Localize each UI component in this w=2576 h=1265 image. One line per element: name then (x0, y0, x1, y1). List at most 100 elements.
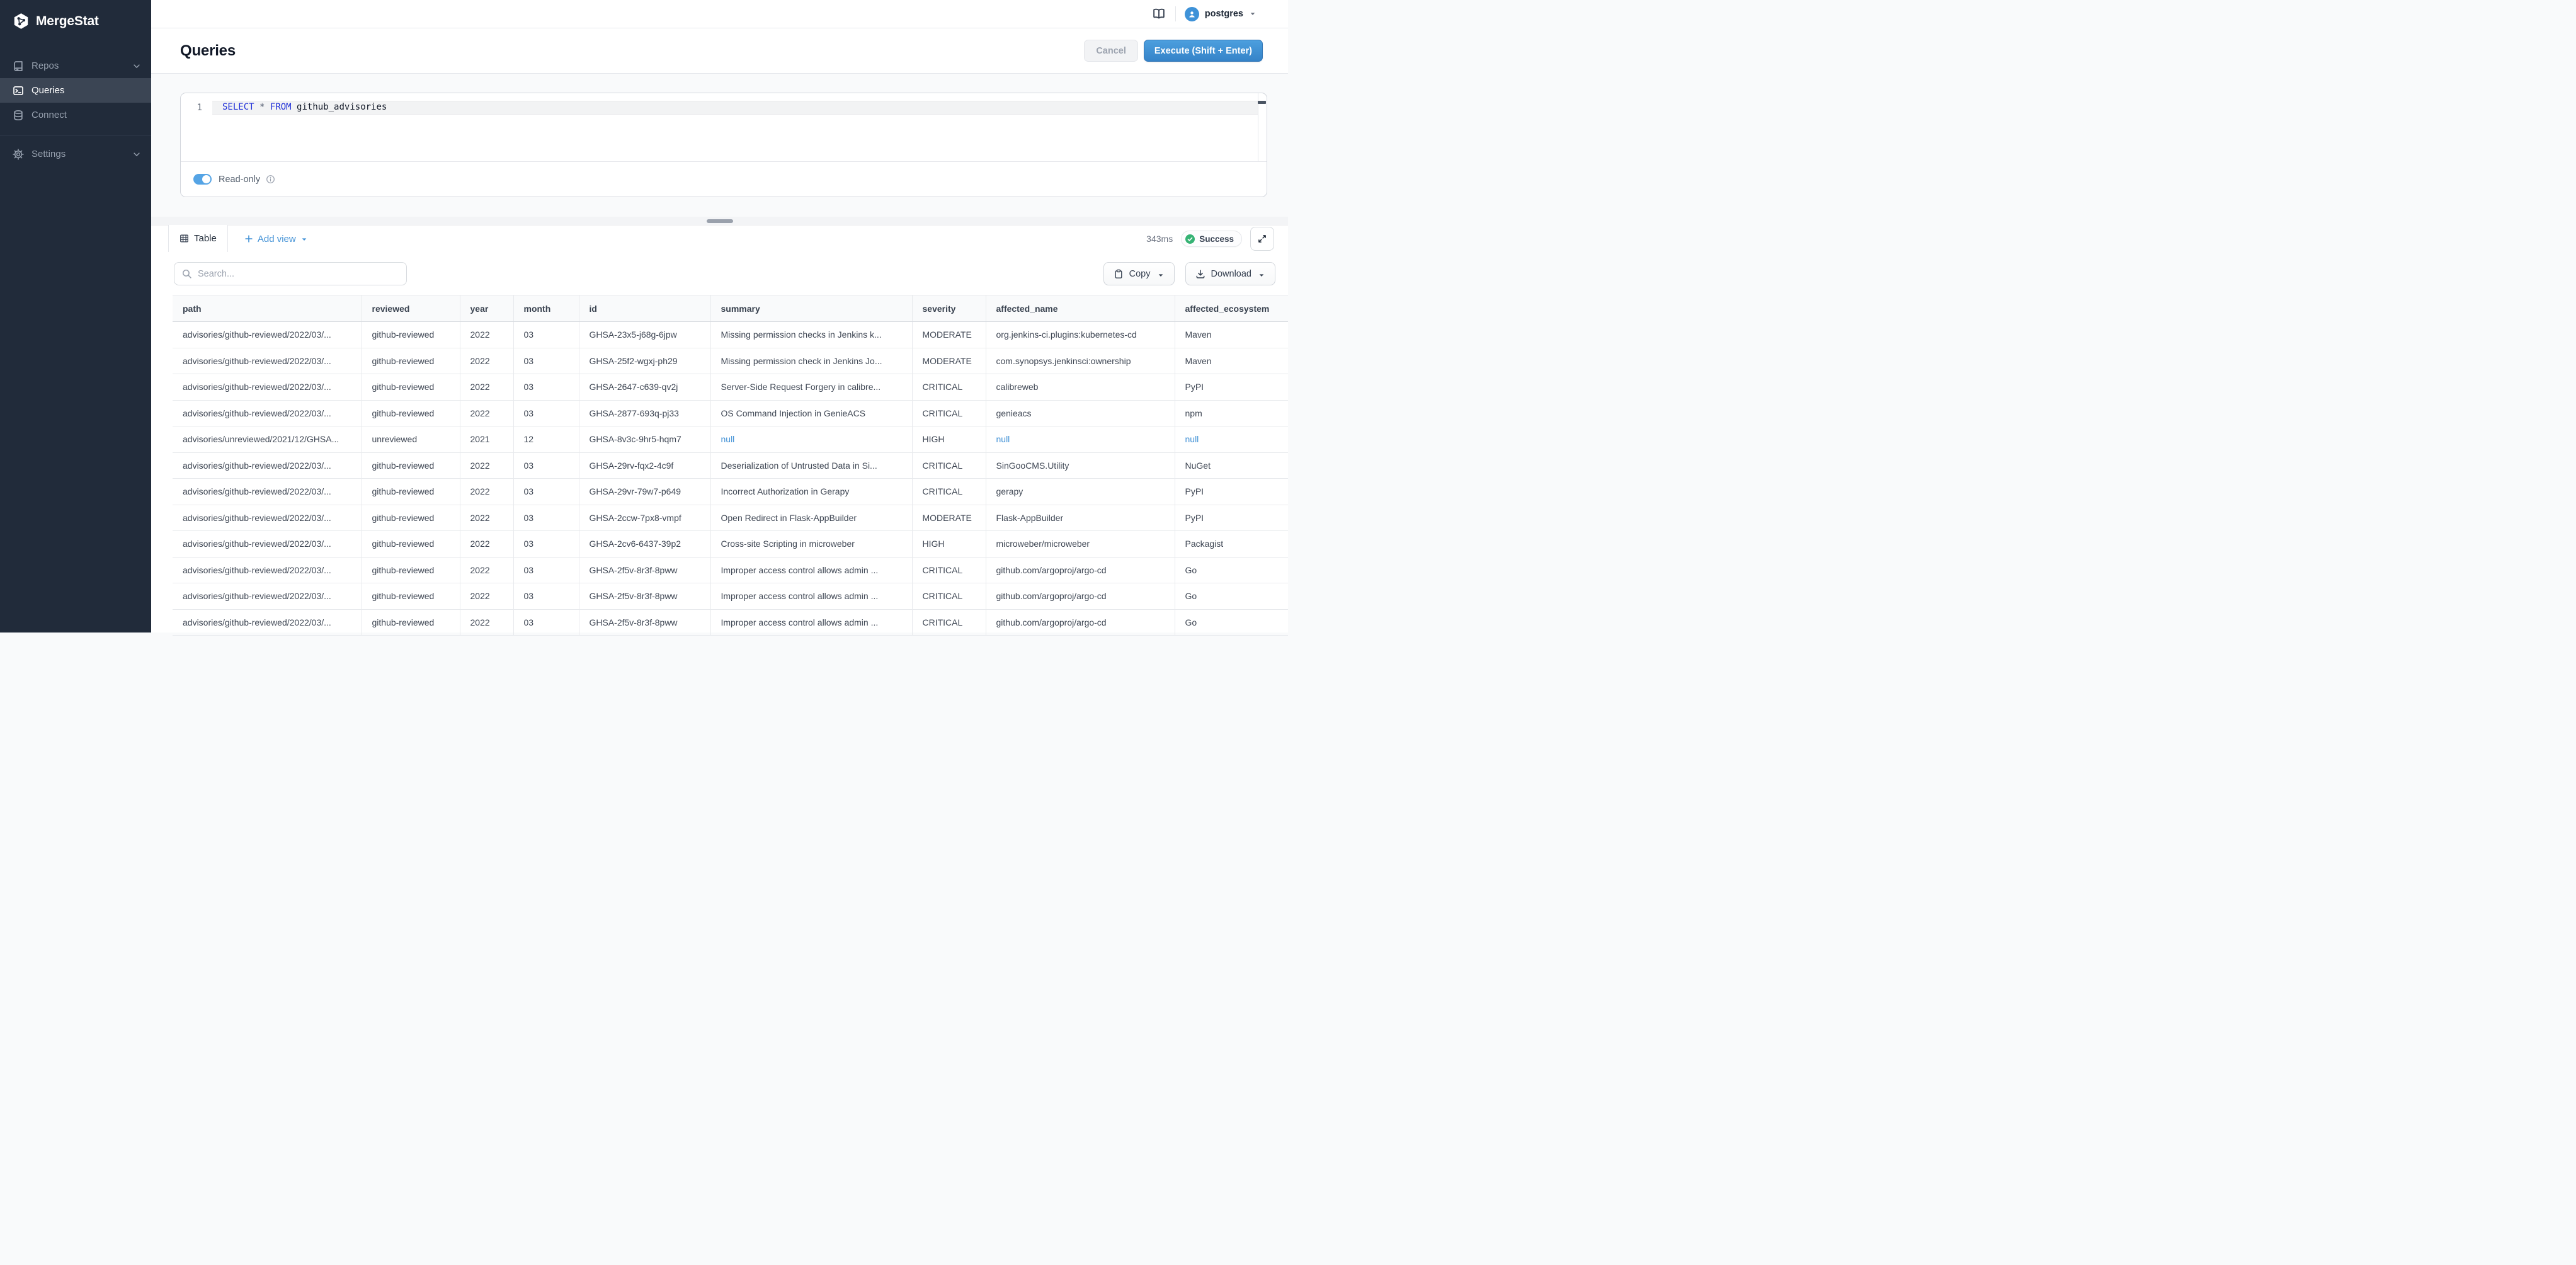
table-row: advisories/github-reviewed/2022/03/...gi… (173, 583, 1288, 610)
table-cell: Packagist (1175, 531, 1288, 558)
info-icon[interactable] (266, 175, 275, 184)
table-cell: Improper access control allows admin ... (710, 557, 912, 583)
table-cell: OS Command Injection in GenieACS (710, 400, 912, 426)
column-header-summary: summary (710, 295, 912, 322)
table-cell: PyPI (1175, 479, 1288, 505)
avatar (1185, 7, 1199, 21)
table-cell: advisories/github-reviewed/2022/03/... (173, 609, 362, 636)
table-cell: null (1175, 426, 1288, 453)
table-cell: SinGooCMS.Utility (986, 452, 1175, 479)
table-cell: GHSA-23x5-j68g-6jpw (579, 322, 710, 348)
read-only-toggle[interactable] (193, 174, 212, 185)
table-cell: Missing permission checks in Jenkins k..… (710, 322, 912, 348)
copy-button[interactable]: Copy (1103, 262, 1175, 285)
sidebar-item-label: Repos (31, 60, 59, 71)
read-only-label: Read-only (219, 175, 260, 185)
sql-keyword: SELECT (222, 102, 254, 112)
table-cell: 2022 (460, 322, 513, 348)
download-button[interactable]: Download (1185, 262, 1276, 285)
table-cell: genieacs (986, 400, 1175, 426)
app-logo[interactable]: MergeStat (0, 0, 151, 30)
book-open-icon (1153, 8, 1165, 20)
table-cell: advisories/github-reviewed/2022/03/... (173, 400, 362, 426)
table-cell: 03 (513, 400, 579, 426)
table-cell: 03 (513, 322, 579, 348)
column-header-month: month (513, 295, 579, 322)
table-cell: 03 (513, 609, 579, 636)
table-row: advisories/github-reviewed/2022/03/...gi… (173, 531, 1288, 558)
status-badge: Success (1181, 231, 1242, 247)
table-cell: Improper access control allows admin ... (710, 609, 912, 636)
sidebar-item-settings[interactable]: Settings (0, 142, 151, 166)
table-cell: CRITICAL (912, 583, 986, 610)
views-row: Table Add view 343ms Success (151, 225, 1288, 252)
page-header: Queries Cancel Execute (Shift + Enter) (151, 28, 1288, 74)
table-cell: MODERATE (912, 505, 986, 531)
table-cell: CRITICAL (912, 609, 986, 636)
results-panel: Table Add view 343ms Success (151, 225, 1288, 632)
drag-handle[interactable] (707, 219, 733, 223)
table-cell: advisories/github-reviewed/2022/03/... (173, 583, 362, 610)
table-cell: microweber/microweber (986, 531, 1175, 558)
execute-button[interactable]: Execute (Shift + Enter) (1144, 40, 1263, 62)
cancel-button[interactable]: Cancel (1084, 40, 1138, 62)
sql-table-name: github_advisories (297, 102, 387, 112)
table-cell: CRITICAL (912, 400, 986, 426)
user-name: postgres (1205, 9, 1243, 19)
expand-button[interactable] (1250, 227, 1274, 251)
app-name: MergeStat (36, 14, 99, 29)
table-cell: NuGet (1175, 452, 1288, 479)
table-row: advisories/github-reviewed/2022/03/...gi… (173, 505, 1288, 531)
table-cell: GHSA-29vr-79w7-p649 (579, 479, 710, 505)
table-cell: HIGH (912, 426, 986, 453)
table-grid-icon (180, 234, 189, 243)
table-cell: GHSA-8v3c-9hr5-hqm7 (579, 426, 710, 453)
sidebar-item-repos[interactable]: Repos (0, 54, 151, 78)
caret-down-icon (1157, 270, 1165, 278)
sql-statement: SELECT * FROM github_advisories (222, 102, 387, 112)
table-cell: 03 (513, 583, 579, 610)
table-cell: github.com/argoproj/argo-cd (986, 609, 1175, 636)
panel-resizer[interactable] (151, 217, 1288, 225)
sidebar-item-queries[interactable]: Queries (0, 78, 151, 103)
sidebar: MergeStat Repos Queries Connect Settings (0, 0, 151, 632)
add-view-button[interactable]: Add view (244, 226, 308, 252)
table-cell: 2022 (460, 348, 513, 374)
table-cell: 2022 (460, 557, 513, 583)
table-cell: advisories/github-reviewed/2022/03/... (173, 322, 362, 348)
table-cell: github-reviewed (362, 505, 460, 531)
table-cell: 03 (513, 479, 579, 505)
tab-table[interactable]: Table (168, 225, 228, 252)
table-cell: advisories/github-reviewed/2022/03/... (173, 531, 362, 558)
add-view-label: Add view (258, 234, 296, 244)
sidebar-item-label: Queries (31, 85, 65, 96)
chevron-down-icon (132, 150, 141, 159)
table-cell: MODERATE (912, 322, 986, 348)
scrollbar-thumb[interactable] (1258, 101, 1266, 104)
table-cell: GHSA-2cv6-6437-39p2 (579, 531, 710, 558)
plus-icon (244, 234, 253, 243)
table-cell: 03 (513, 452, 579, 479)
user-icon (1187, 9, 1197, 19)
sql-code-editor[interactable]: 1 SELECT * FROM github_advisories (181, 93, 1267, 162)
table-cell: github-reviewed (362, 452, 460, 479)
search-input[interactable] (174, 262, 407, 285)
sql-editor-card: 1 SELECT * FROM github_advisories Read-o… (180, 93, 1267, 197)
docs-button[interactable] (1150, 5, 1168, 23)
column-header-year: year (460, 295, 513, 322)
table-cell: GHSA-2877-693q-pj33 (579, 400, 710, 426)
line-number: 1 (197, 103, 202, 113)
sidebar-item-connect[interactable]: Connect (0, 103, 151, 127)
table-cell: 03 (513, 557, 579, 583)
table-cell: com.synopsys.jenkinsci:ownership (986, 348, 1175, 374)
sidebar-item-label: Settings (31, 149, 66, 159)
table-row: advisories/github-reviewed/2022/03/... gi… (173, 609, 1288, 636)
table-row: advisories/github-reviewed/2022/03/...gi… (173, 557, 1288, 583)
page-title: Queries (180, 42, 236, 60)
line-number-gutter: 1 (181, 93, 212, 162)
table-row: advisories/github-reviewed/2022/03/...gi… (173, 452, 1288, 479)
user-menu[interactable]: postgres (1185, 7, 1257, 21)
caret-down-icon (300, 235, 308, 243)
table-row: advisories/github-reviewed/2022/03/...gi… (173, 374, 1288, 401)
clipboard-icon (1114, 269, 1124, 279)
